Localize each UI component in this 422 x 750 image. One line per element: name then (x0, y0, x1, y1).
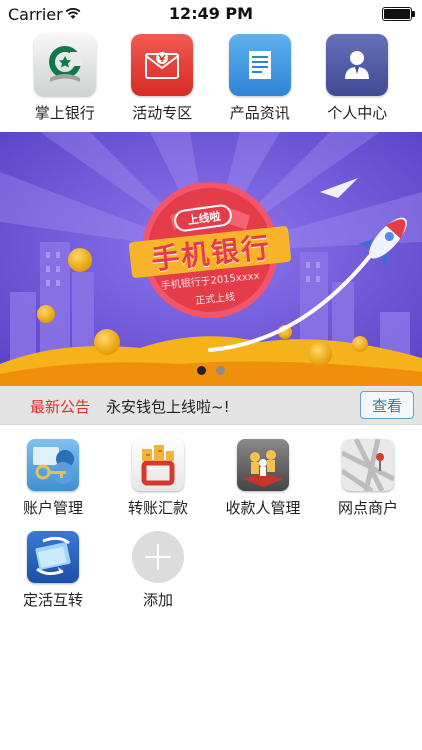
payee-people-icon (237, 439, 289, 491)
feature-add[interactable]: 添加 (108, 531, 208, 610)
person-icon (326, 34, 389, 96)
feature-label: 转账汇款 (127, 499, 188, 517)
promotion-envelope-icon (131, 34, 194, 96)
feature-branch-merchant[interactable]: 网点商户 (318, 439, 418, 518)
feature-transfer[interactable]: 转账汇款 (108, 439, 208, 518)
feature-label: 网点商户 (337, 499, 398, 517)
transfer-icon (132, 439, 184, 491)
bank-logo-icon (33, 34, 96, 96)
menu-label: 活动专区 (132, 104, 193, 122)
feature-label: 账户管理 (22, 499, 83, 517)
menu-item-personal-center[interactable]: 个人中心 (317, 28, 397, 132)
menu-item-product-news[interactable]: 产品资讯 (220, 28, 300, 132)
feature-label: 添加 (142, 591, 173, 609)
account-key-icon (27, 439, 79, 491)
feature-payee-management[interactable]: 收款人管理 (213, 439, 313, 518)
notice-text[interactable]: 永安钱包上线啦~! (106, 396, 230, 417)
map-pin-icon (342, 439, 394, 491)
status-time: 12:49 PM (168, 4, 254, 23)
promo-banner[interactable]: 上线啦 手机银行 手机银行于2015xxxx 正式上线 (0, 132, 422, 386)
carousel-indicator[interactable] (0, 366, 422, 378)
feature-account-management[interactable]: 账户管理 (3, 439, 103, 518)
view-notice-button[interactable]: 查看 (360, 391, 414, 419)
menu-label: 掌上银行 (34, 104, 95, 122)
feature-deposit-convert[interactable]: 定活互转 (3, 531, 103, 610)
carousel-dot-1[interactable] (197, 366, 206, 375)
menu-label: 产品资讯 (229, 104, 290, 122)
menu-item-promotions[interactable]: 活动专区 (122, 28, 202, 132)
menu-item-mobile-bank[interactable]: 掌上银行 (25, 28, 105, 132)
notice-bar: 最新公告 永安钱包上线啦~! 查看 (0, 386, 422, 424)
feature-label: 定活互转 (22, 591, 83, 609)
top-menu: 掌上银行 活动专区 产品资讯 个人中心 (0, 28, 422, 132)
menu-label: 个人中心 (327, 104, 388, 122)
add-icon (132, 531, 184, 583)
notice-tag: 最新公告 (30, 398, 91, 416)
feature-grid: 账户管理 转账汇款 收款人管理 网点商户 定活互转 添加 (0, 424, 422, 750)
status-bar: Carrier 12:49 PM (0, 0, 422, 28)
deposit-convert-icon (27, 531, 79, 583)
feature-label: 收款人管理 (225, 499, 301, 517)
battery-icon (382, 7, 415, 21)
carousel-dot-2[interactable] (216, 366, 225, 375)
document-news-icon (228, 34, 291, 96)
